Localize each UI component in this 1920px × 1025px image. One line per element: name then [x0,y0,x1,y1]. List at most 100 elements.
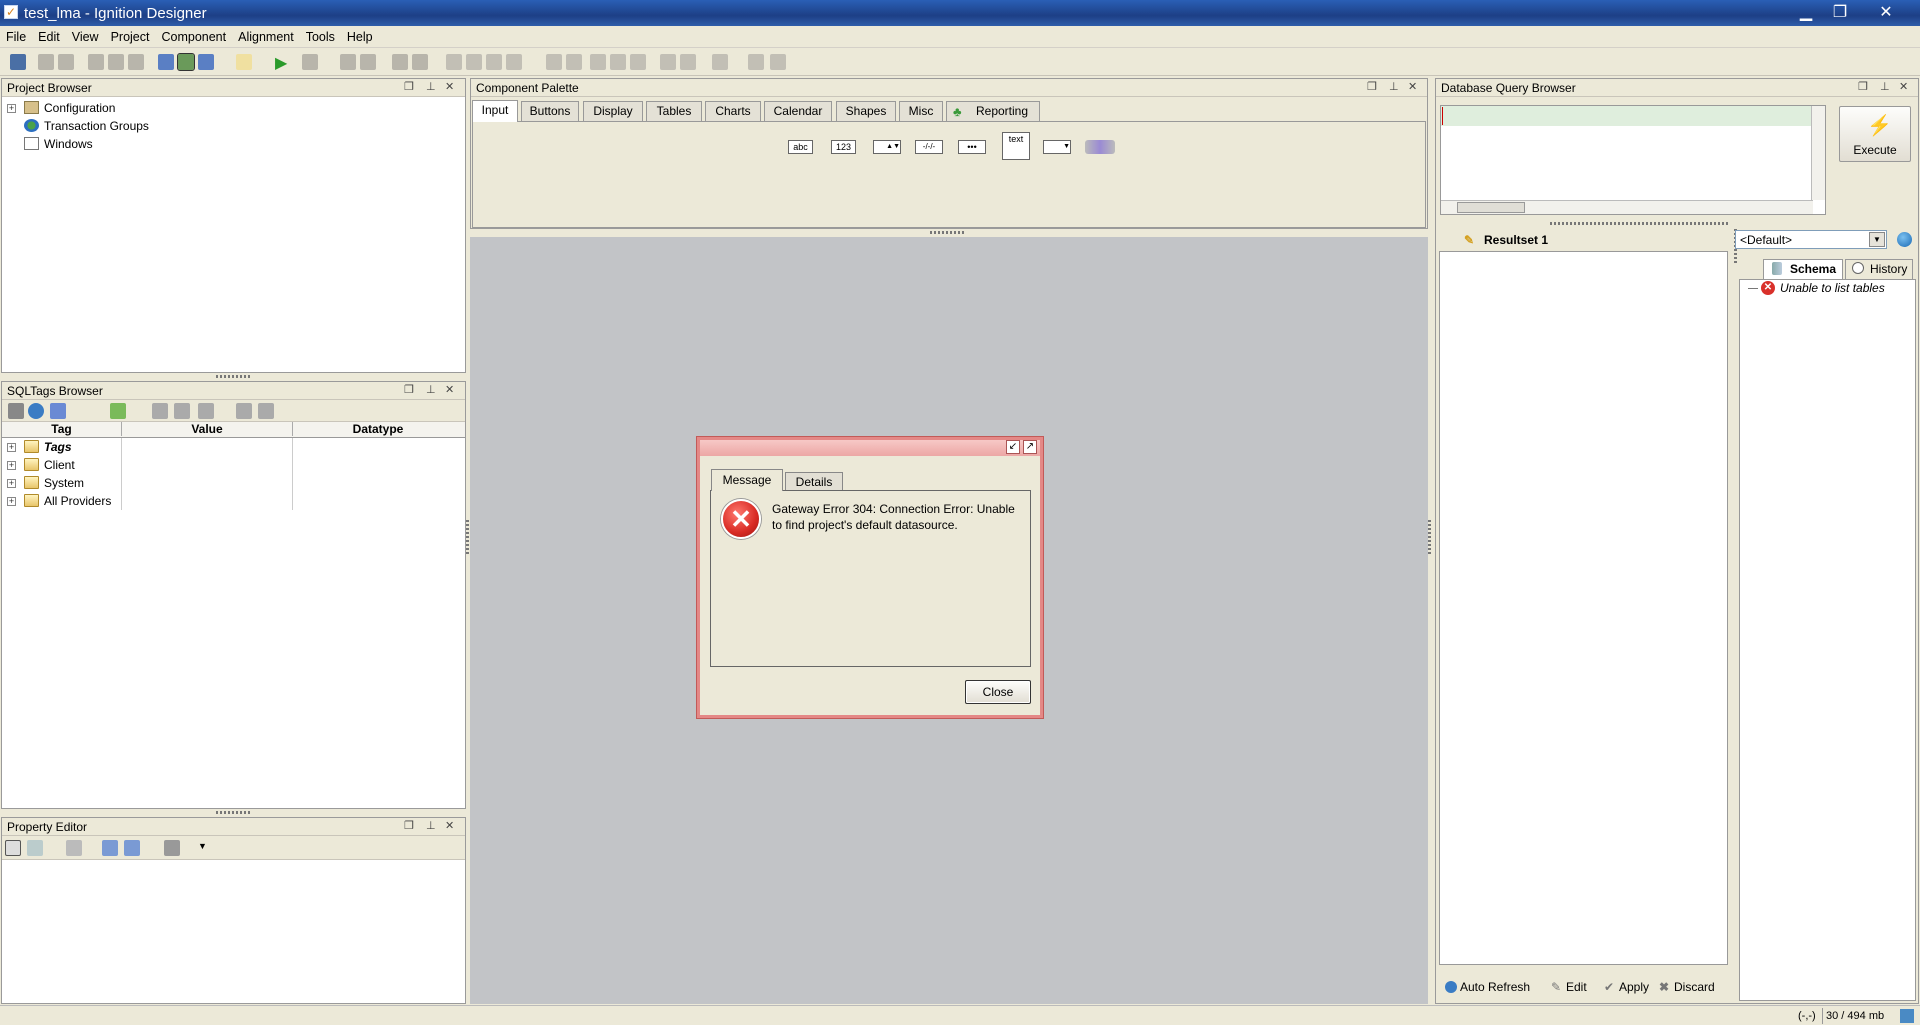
auto-refresh-button[interactable]: Auto Refresh [1445,980,1530,994]
tab-history[interactable]: History [1845,259,1913,279]
edit-button[interactable]: ✎ Edit [1551,980,1587,994]
tab-buttons[interactable]: Buttons [521,101,579,121]
tab-display[interactable]: Display [583,101,643,121]
same-width-icon[interactable] [610,54,626,70]
cut-icon[interactable] [88,54,104,70]
tags-icon[interactable] [158,54,174,70]
palette-dropdown[interactable]: ▼ [1043,140,1071,154]
splitter-grip[interactable] [216,811,250,814]
comm-write-icon[interactable] [198,54,214,70]
tab-schema[interactable]: Schema [1763,259,1843,279]
lock-icon[interactable] [340,54,356,70]
palette-date-field[interactable]: -/-/- [915,140,943,154]
tree-item-configuration[interactable]: + Configuration [2,99,465,117]
align-top-icon[interactable] [506,54,522,70]
menu-tools[interactable]: Tools [300,26,341,44]
tab-tables[interactable]: Tables [646,101,702,121]
close-icon[interactable]: ✕ [1408,80,1417,93]
close-button[interactable]: Close [965,680,1031,704]
tab-shapes[interactable]: Shapes [836,101,896,121]
import-tags-icon[interactable] [236,403,252,419]
restore-icon[interactable]: ↙ [1006,440,1020,454]
new-window-icon[interactable] [236,54,252,70]
col-tag[interactable]: Tag [2,422,122,436]
minimize-button[interactable]: ▁ [1792,2,1820,24]
tab-reporting[interactable]: ♣ Reporting [946,101,1040,121]
tag-row[interactable]: + System [2,474,465,492]
gc-icon[interactable] [1900,1009,1914,1023]
vertical-splitter-grip[interactable] [1428,520,1431,554]
palette-password-field[interactable]: ••• [958,140,986,154]
dialog-tab-details[interactable]: Details [785,472,843,491]
tag-row[interactable]: + Client [2,456,465,474]
undo-icon[interactable] [38,54,54,70]
center-vertical-icon[interactable] [748,54,764,70]
distribute-icon[interactable] [590,54,606,70]
pin-icon[interactable]: ⊥ [426,819,436,832]
expand-icon[interactable]: + [7,104,16,113]
pin-icon[interactable]: ⊥ [426,80,436,93]
dialog-tab-message[interactable]: Message [711,469,783,491]
categorized-icon[interactable] [5,840,21,856]
maximize-button[interactable]: ❐ [1826,2,1854,24]
binding-icon[interactable] [66,840,82,856]
delete-tag-icon[interactable] [174,403,190,419]
refresh-tags-icon[interactable] [28,403,44,419]
col-value[interactable]: Value [122,422,293,436]
align-middle-icon[interactable] [546,54,562,70]
vertical-splitter-grip[interactable] [466,520,469,554]
float-icon[interactable]: ❐ [1367,80,1377,93]
close-icon[interactable]: ✕ [445,819,454,832]
tab-calendar[interactable]: Calendar [764,101,832,121]
pin-icon[interactable]: ⊥ [1389,80,1399,93]
tag-row[interactable]: + All Providers [2,492,465,510]
menu-edit[interactable]: Edit [32,26,66,44]
group-icon[interactable] [302,54,318,70]
col-datatype[interactable]: Datatype [293,422,463,436]
sort-alpha-icon[interactable] [27,840,43,856]
close-window-button[interactable]: ✕ [1872,2,1900,24]
edit-tag-icon[interactable] [152,403,168,419]
execute-button[interactable]: ⚡ Execute [1839,106,1911,162]
maximize-icon[interactable]: ↗ [1023,440,1037,454]
space-horizontal-icon[interactable] [660,54,676,70]
layer-back-icon[interactable] [412,54,428,70]
tree-item-transaction-groups[interactable]: Transaction Groups [2,117,465,135]
chevron-down-icon[interactable]: ▼ [1869,232,1885,247]
horizontal-scrollbar[interactable] [1441,200,1813,214]
splitter-grip[interactable] [1550,222,1730,225]
new-tag-icon[interactable] [110,403,126,419]
align-bottom-icon[interactable] [566,54,582,70]
discard-button[interactable]: ✖ Discard [1659,980,1715,994]
customizers-icon[interactable] [164,840,180,856]
palette-text-area[interactable]: text [1002,132,1030,160]
browse-tags-icon[interactable] [8,403,24,419]
tab-charts[interactable]: Charts [705,101,761,121]
layer-front-icon[interactable] [392,54,408,70]
palette-slider[interactable] [1085,140,1115,154]
menu-alignment[interactable]: Alignment [232,26,300,44]
menu-view[interactable]: View [66,26,105,44]
pin-icon[interactable]: ⊥ [1880,80,1890,93]
palette-text-field[interactable]: abc [788,140,813,154]
scroll-thumb[interactable] [1457,202,1525,213]
datasource-select[interactable]: <Default> ▼ [1735,230,1887,249]
space-vertical-icon[interactable] [680,54,696,70]
save-icon[interactable] [10,54,26,70]
tab-input[interactable]: Input [472,100,518,122]
tree-item-windows[interactable]: Windows [2,135,465,153]
tag-row[interactable]: + Tags [2,438,465,456]
chevron-down-icon[interactable]: ▼ [198,841,207,851]
palette-spinner[interactable]: ▲▼ [873,140,901,154]
float-icon[interactable]: ❐ [404,80,414,93]
paste-icon[interactable] [128,54,144,70]
menu-file[interactable]: File [0,26,32,44]
tag-options-icon[interactable] [198,403,214,419]
preview-play-icon[interactable]: ▶ [275,53,287,73]
bounds-icon[interactable] [770,54,786,70]
menu-component[interactable]: Component [155,26,232,44]
tab-resultset-1[interactable]: ✎ Resultset 1 [1446,230,1566,250]
center-horizontal-icon[interactable] [712,54,728,70]
export-tags-icon[interactable] [258,403,274,419]
unlock-icon[interactable] [360,54,376,70]
